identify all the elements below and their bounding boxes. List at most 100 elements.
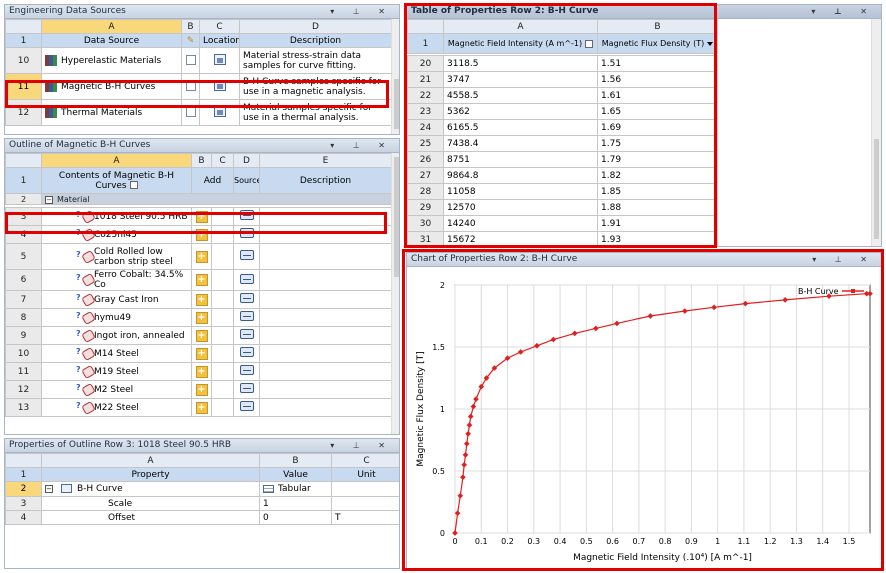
add-material-button[interactable]: +: [195, 347, 208, 360]
col-letter-c[interactable]: C: [211, 153, 234, 168]
row-number[interactable]: 4: [5, 225, 42, 244]
flux-density-cell[interactable]: 1.56: [597, 71, 718, 88]
row-number[interactable]: 9: [5, 326, 42, 345]
add-material-button[interactable]: +: [195, 311, 208, 324]
table-row[interactable]: 30 14240 1.91: [407, 215, 718, 232]
flux-density-cell[interactable]: 1.88: [597, 199, 718, 216]
location-icon[interactable]: [213, 53, 226, 65]
table-row[interactable]: 7Gray Cast Iron+: [5, 290, 392, 309]
flux-density-cell[interactable]: 1.79: [597, 151, 718, 168]
row-number[interactable]: 12: [5, 380, 42, 399]
table-row[interactable]: 5Cold Rolled low carbon strip steel+: [5, 243, 392, 270]
collapse-icon[interactable]: −: [45, 485, 53, 493]
group-cell[interactable]: − Material: [41, 193, 392, 205]
table-row[interactable]: 28 11058 1.85: [407, 183, 718, 200]
collapse-icon[interactable]: −: [45, 195, 53, 204]
row-number[interactable]: 27: [407, 167, 444, 184]
material-cell[interactable]: Ingot iron, annealed: [41, 326, 192, 345]
row-number[interactable]: 10: [5, 47, 42, 74]
material-cell[interactable]: M14 Steel: [41, 344, 192, 363]
scroll-thumb[interactable]: [874, 139, 879, 239]
data-source-name[interactable]: Thermal Materials: [41, 99, 182, 126]
table-row[interactable]: 25 7438.4 1.75: [407, 135, 718, 152]
vertical-scrollbar[interactable]: [391, 19, 399, 134]
table-row[interactable]: 21 3747 1.56: [407, 71, 718, 88]
data-source-name[interactable]: Hyperelastic Materials: [41, 47, 182, 74]
material-cell[interactable]: Co25ni45: [41, 225, 192, 244]
row-number[interactable]: 20: [407, 55, 444, 72]
source-icon[interactable]: [239, 311, 254, 321]
source-icon[interactable]: [239, 347, 254, 357]
row-number[interactable]: 21: [407, 71, 444, 88]
flux-density-cell[interactable]: 1.61: [597, 87, 718, 104]
col-letter-e[interactable]: E: [259, 153, 392, 168]
row-number[interactable]: 13: [5, 398, 42, 417]
material-cell[interactable]: M22 Steel: [41, 398, 192, 417]
flux-density-cell[interactable]: 1.69: [597, 119, 718, 136]
value-cell[interactable]: Tabular: [259, 481, 332, 497]
flux-density-cell[interactable]: 1.65: [597, 103, 718, 120]
value-cell[interactable]: 0: [259, 510, 332, 525]
table-row[interactable]: 10M14 Steel+: [5, 344, 392, 363]
add-material-button[interactable]: +: [195, 250, 208, 263]
table-row[interactable]: 26 8751 1.79: [407, 151, 718, 168]
row-number[interactable]: 31: [407, 231, 444, 246]
flux-density-cell[interactable]: 1.91: [597, 215, 718, 232]
material-cell[interactable]: Ferro Cobalt: 34.5% Co: [41, 269, 192, 291]
sort-icon[interactable]: [585, 39, 594, 48]
table-row[interactable]: 22 4558.5 1.61: [407, 87, 718, 104]
field-intensity-cell[interactable]: 7438.4: [443, 135, 598, 152]
col-letter-a[interactable]: A: [443, 19, 598, 34]
dropdown-arrow-icon[interactable]: [707, 41, 714, 46]
row-number[interactable]: 22: [407, 87, 444, 104]
group-row[interactable]: 2 − Material: [5, 193, 392, 205]
col-letter-a[interactable]: A: [41, 153, 192, 168]
col-letter-a[interactable]: A: [41, 453, 260, 468]
flux-density-cell[interactable]: 1.93: [597, 231, 718, 246]
table-row[interactable]: 31018 Steel 90.5 HRB+: [5, 207, 392, 226]
row-number[interactable]: 4: [5, 510, 42, 525]
panel-buttons[interactable]: ▾ ⊥ ✕: [330, 439, 393, 452]
row-number[interactable]: 11: [5, 73, 42, 100]
table-row[interactable]: 11M19 Steel+: [5, 362, 392, 381]
field-intensity-cell[interactable]: 12570: [443, 199, 598, 216]
row-number[interactable]: 30: [407, 215, 444, 232]
table-row[interactable]: 24 6165.5 1.69: [407, 119, 718, 136]
add-material-button[interactable]: +: [195, 383, 208, 396]
row-number[interactable]: 3: [5, 496, 42, 511]
material-cell[interactable]: Cold Rolled low carbon strip steel: [41, 243, 192, 270]
source-icon[interactable]: [239, 273, 254, 284]
flux-density-cell[interactable]: 1.82: [597, 167, 718, 184]
field-intensity-cell[interactable]: 3747: [443, 71, 598, 88]
row-number[interactable]: 10: [5, 344, 42, 363]
col-letter-c[interactable]: C: [199, 19, 240, 34]
source-icon[interactable]: [239, 210, 254, 220]
row-number[interactable]: 12: [5, 99, 42, 126]
row-number[interactable]: 2: [5, 481, 42, 497]
row-number[interactable]: 25: [407, 135, 444, 152]
location-icon[interactable]: [213, 105, 226, 117]
panel-buttons[interactable]: ▾ ⊥ ✕: [812, 253, 875, 266]
source-icon[interactable]: [239, 383, 254, 393]
row-number[interactable]: 1: [407, 33, 444, 54]
table-row[interactable]: 8hymu49+: [5, 308, 392, 327]
table-row[interactable]: 12 Thermal Materials Material samples sp…: [5, 99, 392, 126]
add-material-button[interactable]: +: [195, 274, 208, 286]
field-intensity-cell[interactable]: 5362: [443, 103, 598, 120]
row-number[interactable]: 1: [5, 33, 42, 48]
checkbox[interactable]: [185, 107, 196, 118]
table-row[interactable]: 2 − B-H Curve Tabular: [5, 481, 399, 497]
source-icon[interactable]: [239, 401, 254, 411]
table-row[interactable]: 10 Hyperelastic Materials Material stres…: [5, 47, 392, 74]
panel-buttons[interactable]: ▾ ⊥ ✕: [330, 5, 393, 18]
row-number[interactable]: 23: [407, 103, 444, 120]
source-icon[interactable]: [239, 250, 254, 260]
corner-cell[interactable]: [5, 453, 42, 468]
source-icon[interactable]: [239, 365, 254, 375]
checkbox[interactable]: [185, 81, 196, 92]
data-source-name[interactable]: Magnetic B-H Curves: [41, 73, 182, 100]
panel-buttons[interactable]: ▾ ⊥ ✕: [330, 139, 393, 152]
value-cell[interactable]: 1: [259, 496, 332, 511]
bh-curve-chart[interactable]: 0 0.1 0.2 0.3 0.4 0.5 0.6 0.7 0.8 0.9 1 1.1 1.2 1.3 1.…: [407, 267, 881, 568]
vertical-scrollbar[interactable]: [391, 153, 399, 434]
